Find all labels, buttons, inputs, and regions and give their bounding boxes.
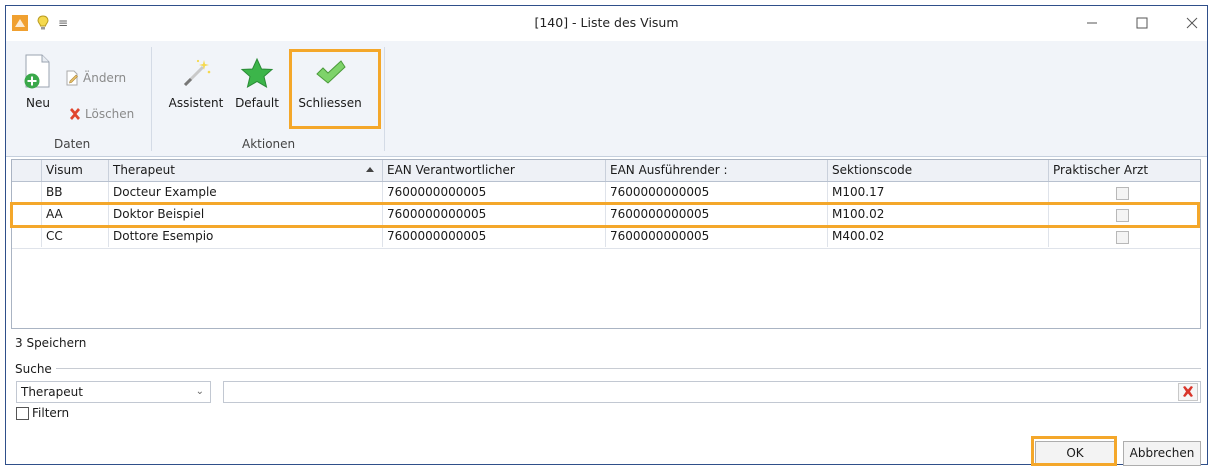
table-row[interactable]: CC Dottore Esempio 7600000000005 7600000… [12,226,1200,249]
cell-praktischer-arzt [1049,226,1194,247]
column-header-praktischer-arzt[interactable]: Praktischer Arzt [1049,160,1194,181]
filter-checkbox[interactable] [16,406,29,420]
highlight-frame [289,49,381,129]
close-button[interactable] [1172,10,1212,36]
new-document-icon [24,54,50,89]
column-header-therapeut[interactable]: Therapeut [109,160,383,181]
minimize-button[interactable] [1072,10,1112,36]
ribbon-toolbar: Neu Ändern Löschen Daten Assistent Defau… [6,41,1207,157]
cell-ean-verantwortlicher: 7600000000005 [383,226,606,247]
highlight-frame [10,202,1200,228]
cell-therapeut: Dottore Esempio [109,226,383,247]
cancel-button[interactable]: Abbrechen [1123,441,1201,466]
delete-button[interactable]: Löschen [68,104,134,124]
column-header-visum[interactable]: Visum [42,160,109,181]
edit-button-label: Ändern [83,71,127,85]
search-field-select[interactable]: Therapeut ⌄ [16,381,211,403]
default-button[interactable]: Default [232,57,282,110]
assistant-button-label: Assistent [168,96,224,110]
praktischer-arzt-checkbox[interactable] [1116,187,1129,200]
cell-therapeut: Docteur Example [109,182,383,203]
visum-table: Visum Therapeut EAN Verantwortlicher EAN… [11,159,1201,329]
default-button-label: Default [235,96,279,110]
window-title: [140] - Liste des Visum [534,15,679,30]
praktischer-arzt-checkbox[interactable] [1116,231,1129,244]
table-header: Visum Therapeut EAN Verantwortlicher EAN… [12,160,1200,182]
cell-ean-ausfuehrender: 7600000000005 [606,226,828,247]
sort-ascending-icon [366,167,374,172]
filter-label: Filtern [32,406,70,420]
column-header-ean-ausfuehrender[interactable]: EAN Ausführender : [606,160,828,181]
column-header-sektionscode[interactable]: Sektionscode [828,160,1049,181]
maximize-button[interactable] [1122,10,1162,36]
new-button-label: Neu [26,96,50,110]
highlight-frame [1031,436,1117,466]
group-label-daten: Daten [54,137,91,151]
column-header-label: Therapeut [113,163,175,177]
magic-wand-icon [183,59,211,87]
cell-visum: BB [42,182,109,203]
ribbon-group-separator [151,47,152,151]
group-label-aktionen: Aktionen [242,137,296,151]
chevron-down-icon: ⌄ [195,386,204,397]
search-group-label: Suche [15,362,52,376]
assistant-button[interactable]: Assistent [166,57,226,110]
star-icon [240,57,274,89]
filter-checkbox-row[interactable]: Filtern [16,406,69,420]
edit-icon [66,70,78,86]
record-count-status: 3 Speichern [15,336,87,350]
row-indicator [12,226,42,247]
search-field-value: Therapeut [21,385,83,399]
row-indicator [12,182,42,203]
row-indicator-header [12,160,42,181]
search-group-divider [56,368,1201,369]
cell-visum: CC [42,226,109,247]
dialog-window: ≡ [140] - Liste des Visum Neu Ändern Lös… [5,5,1208,466]
delete-button-label: Löschen [85,107,135,121]
clear-x-icon [1178,383,1198,401]
cell-praktischer-arzt [1049,182,1194,203]
cell-ean-ausfuehrender: 7600000000005 [606,182,828,203]
ribbon-group-separator [384,47,385,151]
new-button[interactable]: Neu [18,53,58,110]
cell-sektionscode: M100.17 [828,182,1049,203]
title-bar: ≡ [140] - Liste des Visum [6,6,1207,40]
column-header-ean-verantwortlicher[interactable]: EAN Verantwortlicher [383,160,606,181]
delete-x-icon [70,108,80,120]
search-input[interactable] [223,381,1201,403]
cell-sektionscode: M400.02 [828,226,1049,247]
cell-ean-verantwortlicher: 7600000000005 [383,182,606,203]
clear-search-button[interactable] [1178,383,1198,401]
edit-button[interactable]: Ändern [64,68,126,88]
